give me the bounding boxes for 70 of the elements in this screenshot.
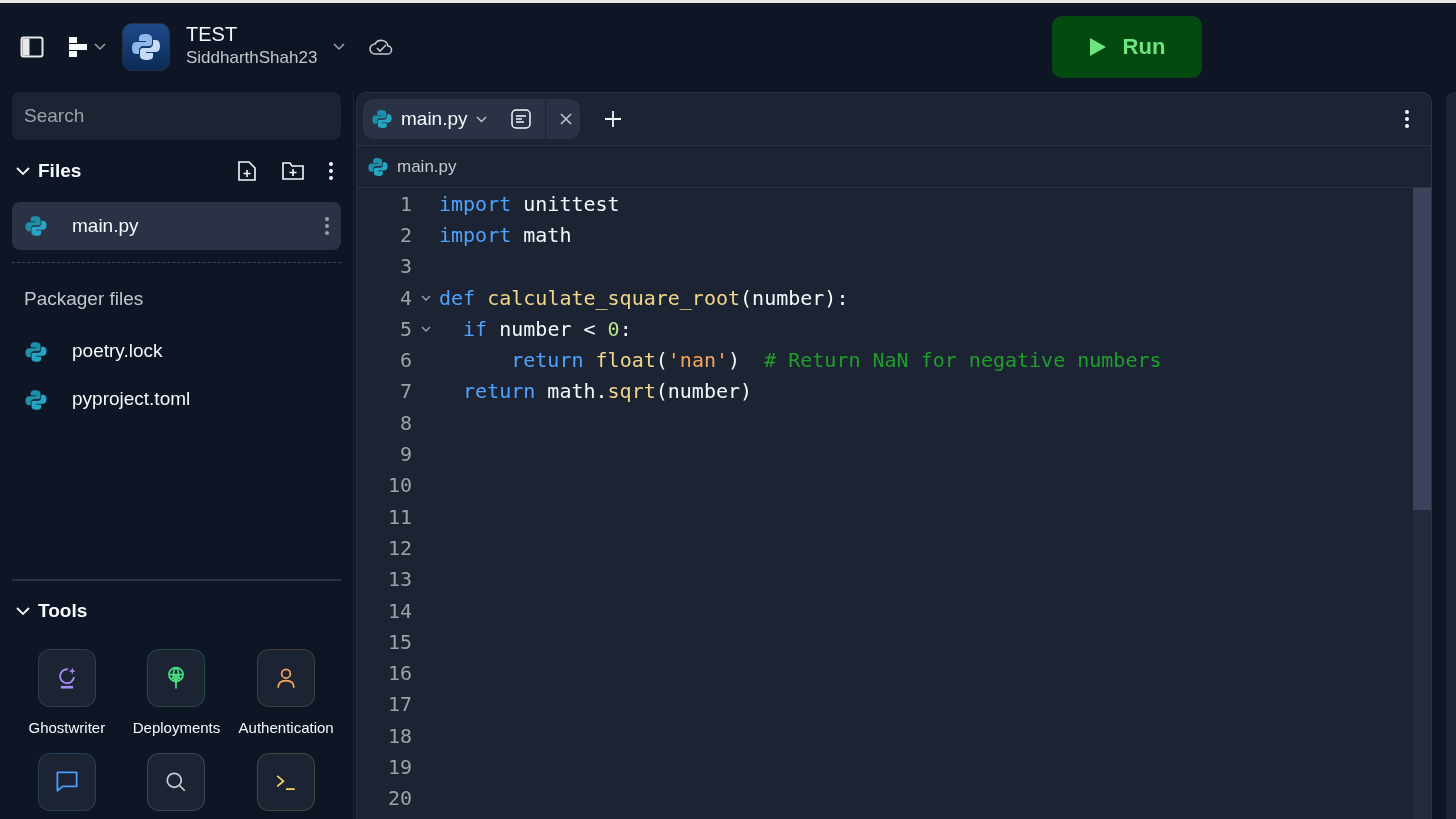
tool-button[interactable] bbox=[37, 753, 96, 811]
logo-icon[interactable] bbox=[68, 35, 90, 58]
tool-label: Authentication bbox=[238, 717, 334, 738]
scrollbar-track[interactable] bbox=[1413, 188, 1431, 819]
line-number: 17 bbox=[386, 691, 412, 719]
project-title: TEST bbox=[186, 22, 239, 45]
python-file-icon bbox=[24, 387, 48, 412]
code-line: if number < 0: bbox=[462, 315, 632, 343]
fold-chevron-icon[interactable] bbox=[420, 325, 431, 332]
more-options-icon[interactable] bbox=[329, 162, 333, 180]
line-number: 15 bbox=[386, 628, 412, 656]
code-line: return math.sqrt(number) bbox=[462, 378, 753, 406]
python-file-icon bbox=[367, 155, 389, 178]
more-options-icon[interactable] bbox=[1405, 110, 1409, 128]
tool-button[interactable] bbox=[147, 753, 206, 811]
add-tab-icon[interactable] bbox=[603, 110, 622, 128]
python-file-icon bbox=[371, 108, 393, 130]
cloud-check-icon[interactable] bbox=[369, 37, 394, 56]
line-number: 10 bbox=[386, 472, 412, 500]
project-owner: SiddharthShah23 bbox=[186, 46, 318, 69]
section-title: Files bbox=[38, 158, 82, 183]
line-number: 16 bbox=[386, 660, 412, 688]
outline-icon[interactable] bbox=[510, 109, 531, 129]
line-number: 11 bbox=[386, 503, 412, 531]
close-icon[interactable] bbox=[559, 113, 572, 125]
line-number: 9 bbox=[398, 441, 412, 468]
tool-label: Deployments bbox=[132, 717, 221, 738]
line-number: 4 bbox=[398, 284, 412, 312]
file-item[interactable]: main.py bbox=[12, 202, 341, 250]
breadcrumb-file[interactable]: main.py bbox=[397, 153, 457, 180]
line-number: 3 bbox=[398, 253, 412, 281]
scrollbar-thumb[interactable] bbox=[1413, 188, 1431, 510]
file-item[interactable]: poetry.lock bbox=[12, 327, 341, 376]
section-title: Packager files bbox=[23, 287, 145, 311]
line-number: 12 bbox=[386, 534, 412, 562]
run-button[interactable]: Run bbox=[1052, 15, 1202, 78]
new-folder-icon[interactable] bbox=[281, 161, 305, 181]
file-tab[interactable]: main.py bbox=[363, 99, 580, 139]
chevron-down-icon[interactable] bbox=[475, 115, 487, 123]
tool-button[interactable] bbox=[257, 648, 316, 707]
line-number: 20 bbox=[386, 785, 412, 813]
python-file-icon bbox=[24, 339, 48, 364]
line-number: 2 bbox=[398, 221, 412, 249]
tool-label: Ghostwriter bbox=[28, 717, 106, 738]
project-avatar[interactable] bbox=[122, 22, 170, 71]
play-icon bbox=[1088, 36, 1107, 57]
file-item[interactable]: pyproject.toml bbox=[12, 375, 341, 424]
search-field[interactable]: Search bbox=[12, 92, 341, 140]
line-number: 19 bbox=[386, 754, 412, 781]
line-number: 14 bbox=[386, 597, 412, 625]
new-file-icon[interactable] bbox=[237, 160, 257, 182]
code-line: import math bbox=[439, 221, 572, 249]
sidebar-toggle-icon[interactable] bbox=[20, 35, 44, 58]
code-line: import unittest bbox=[439, 190, 620, 218]
tool-button[interactable] bbox=[37, 648, 96, 707]
line-number: 18 bbox=[386, 722, 412, 750]
line-number: 6 bbox=[398, 347, 412, 375]
code-line: return float('nan') # Return NaN for negative numbers bbox=[510, 347, 1162, 375]
section-title: Tools bbox=[38, 599, 88, 624]
fold-chevron-icon[interactable] bbox=[420, 294, 431, 301]
chevron-down-icon[interactable] bbox=[333, 42, 346, 51]
line-number: 7 bbox=[398, 378, 412, 406]
line-number: 5 bbox=[398, 315, 412, 343]
chevron-down-icon[interactable] bbox=[94, 42, 106, 51]
line-number: 13 bbox=[386, 566, 412, 594]
code-line: def calculate_square_root(number): bbox=[439, 284, 849, 312]
line-number: 8 bbox=[398, 409, 412, 437]
tool-button[interactable] bbox=[147, 648, 206, 707]
python-file-icon bbox=[24, 214, 48, 238]
line-number: 1 bbox=[398, 190, 412, 218]
